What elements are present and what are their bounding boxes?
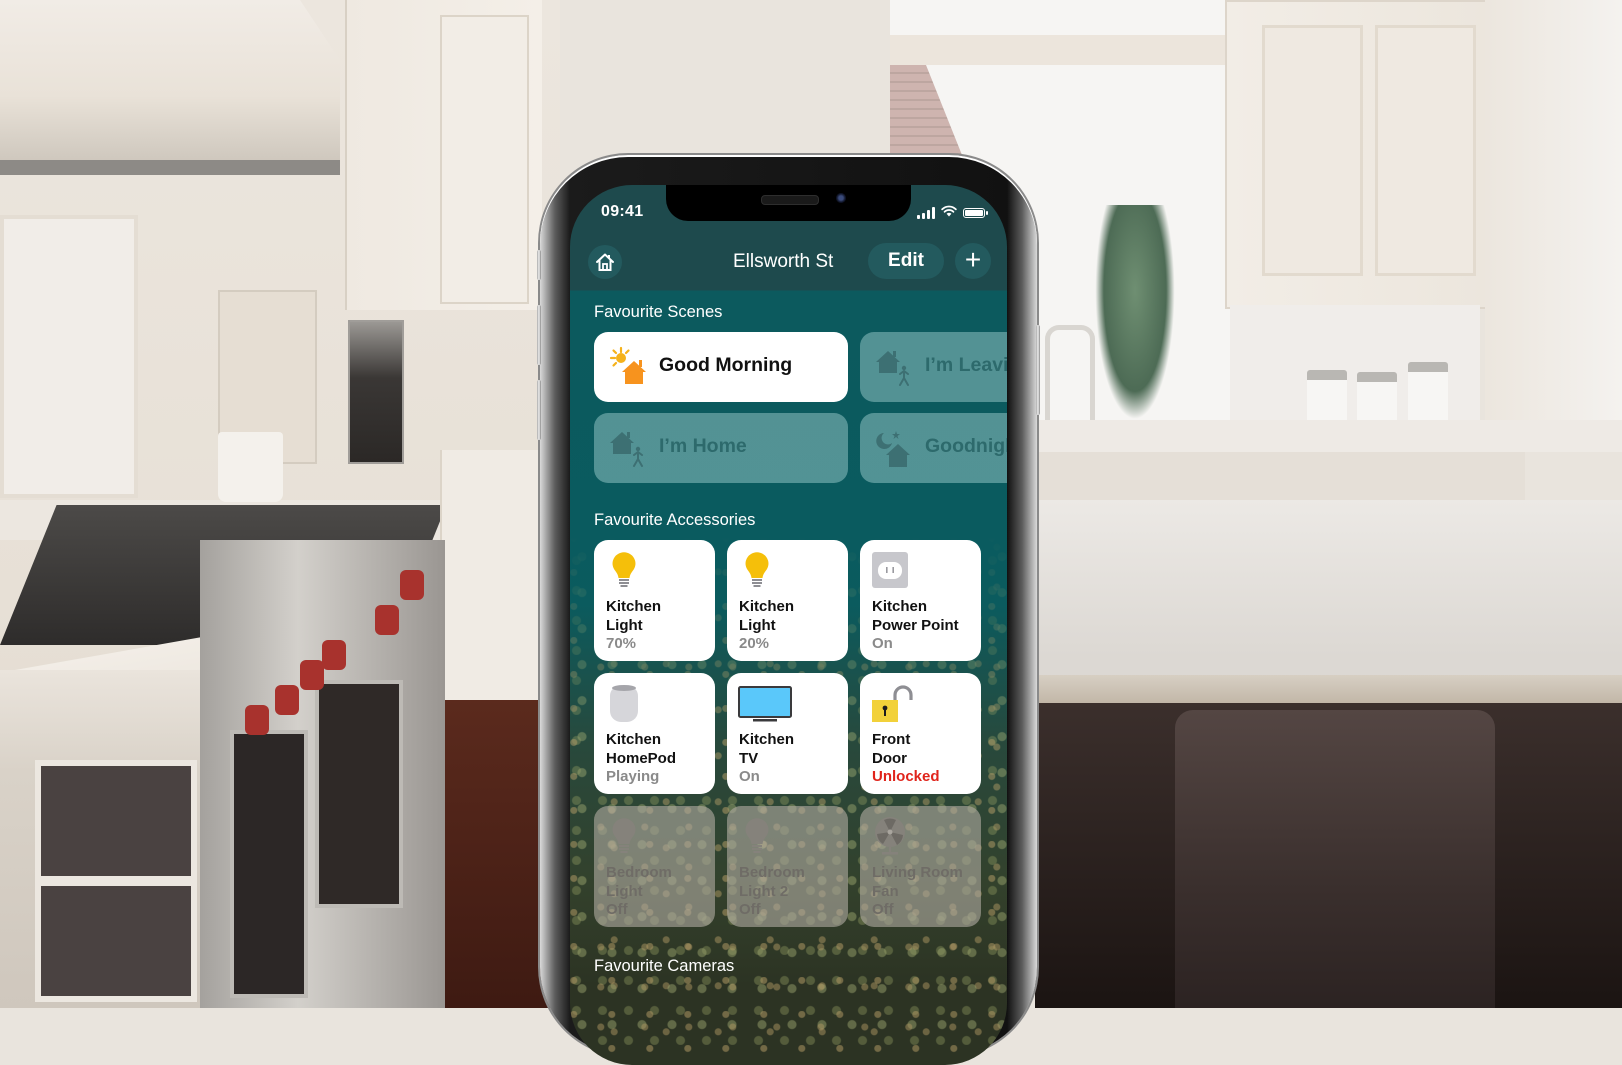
favourite-cameras-heading: Favourite Cameras — [594, 957, 735, 975]
oven-knob — [300, 660, 324, 690]
scene-goodnight[interactable]: Goodnight — [860, 413, 1007, 483]
scene-label: Good Morning — [659, 354, 793, 376]
accessory-status: 70% — [606, 635, 637, 652]
status-icons — [917, 204, 988, 222]
accessory-status: Off — [872, 901, 894, 918]
accessory-kitchen-tv[interactable]: Kitchen TV On — [727, 673, 848, 794]
lightbulb-icon — [745, 552, 769, 587]
cabinet-panel — [1375, 25, 1476, 276]
silent-switch — [537, 250, 541, 280]
tv-icon — [738, 686, 792, 722]
accessory-name: Kitchen Power Point — [872, 598, 959, 634]
battery-icon — [963, 208, 988, 218]
add-button[interactable]: + — [955, 243, 991, 279]
notch — [666, 185, 911, 221]
island-drawer — [35, 760, 197, 882]
volume-down-button — [537, 380, 541, 440]
power-outlet-icon — [872, 552, 908, 588]
homepod-icon — [610, 685, 638, 722]
oven-knob — [245, 705, 269, 735]
home-icon — [596, 253, 614, 271]
scene-im-home[interactable]: I’m Home — [594, 413, 848, 483]
window-frame — [890, 35, 1230, 65]
oven-door — [315, 680, 403, 908]
oven-door — [230, 730, 308, 998]
accessory-kitchen-power-point[interactable]: Kitchen Power Point On — [860, 540, 981, 661]
kitchen-wall-right — [1485, 0, 1622, 430]
edit-button[interactable]: Edit — [868, 243, 944, 279]
lightbulb-icon — [745, 818, 769, 853]
scene-label: I’m Leaving — [925, 354, 1007, 376]
scene-good-morning[interactable]: Good Morning — [594, 332, 848, 402]
home-button[interactable] — [588, 245, 622, 279]
tree — [1095, 205, 1175, 420]
scene-label: Goodnight — [925, 435, 1007, 457]
utensil-crock — [218, 432, 283, 502]
lightbulb-icon — [612, 818, 636, 853]
status-time: 09:41 — [601, 203, 644, 220]
lower-drawers-right — [1035, 452, 1525, 500]
oven-knob — [275, 685, 299, 715]
accessory-bedroom-light[interactable]: Bedroom Light Off — [594, 806, 715, 927]
accessory-kitchen-light-2[interactable]: Kitchen Light 20% — [727, 540, 848, 661]
accessory-name: Kitchen Light — [606, 598, 662, 634]
island-drawer — [35, 880, 197, 1002]
accessory-name: Living Room Fan — [872, 864, 963, 900]
lightbulb-icon — [612, 552, 636, 587]
accessory-name: Kitchen Light — [739, 598, 795, 634]
accessory-status: On — [739, 768, 760, 785]
fan-icon — [875, 817, 905, 855]
navigation-bar: Ellsworth St Edit + — [570, 243, 1007, 291]
side-button — [1036, 325, 1040, 415]
home-title: Ellsworth St — [733, 251, 834, 272]
accessory-status: 20% — [739, 635, 770, 652]
accessory-kitchen-light-1[interactable]: Kitchen Light 70% — [594, 540, 715, 661]
accessory-status: Off — [739, 901, 761, 918]
scene-im-leaving[interactable]: I’m Leaving — [860, 332, 1007, 402]
home-app-screen: 09:41 Ellsworth St Edit + Favourite Scen… — [570, 185, 1007, 1065]
wall-niche — [0, 215, 138, 498]
accessory-living-room-fan[interactable]: Living Room Fan Off — [860, 806, 981, 927]
oven-knob — [322, 640, 346, 670]
scene-label: I’m Home — [659, 435, 747, 457]
house-walking-person-icon — [876, 351, 909, 386]
lower-cabinet-left — [440, 450, 542, 710]
accessory-status: Unlocked — [872, 768, 940, 785]
accessory-status: Playing — [606, 768, 660, 785]
bar-chair — [1175, 710, 1495, 1008]
accessory-name: Kitchen TV — [739, 731, 795, 767]
front-camera — [836, 193, 846, 203]
earpiece-speaker — [761, 195, 819, 205]
accessory-name: Bedroom Light — [606, 864, 672, 900]
island-edge — [1035, 675, 1622, 703]
favourite-scenes-heading: Favourite Scenes — [594, 303, 723, 321]
cellular-signal-icon — [917, 207, 935, 219]
favourite-accessories-heading: Favourite Accessories — [594, 511, 756, 529]
house-walking-person-icon — [610, 432, 643, 467]
accessory-name: Front Door — [872, 731, 911, 767]
accessory-bedroom-light-2[interactable]: Bedroom Light 2 Off — [727, 806, 848, 927]
cabinet-panel — [1262, 25, 1363, 276]
island-marble-top — [1035, 500, 1622, 675]
unlocked-padlock-icon — [872, 685, 913, 722]
counter-right — [1035, 420, 1622, 452]
built-in-coffee-machine — [348, 320, 404, 464]
volume-up-button — [537, 305, 541, 365]
wifi-icon — [941, 204, 957, 222]
accessory-status: Off — [606, 901, 628, 918]
faucet — [1045, 325, 1095, 425]
range-hood — [0, 0, 340, 175]
upper-cabinet-door — [440, 15, 529, 304]
accessory-front-door[interactable]: Front Door Unlocked — [860, 673, 981, 794]
accessory-name: Bedroom Light 2 — [739, 864, 805, 900]
oven-knob — [400, 570, 424, 600]
oven-knob — [375, 605, 399, 635]
accessory-name: Kitchen HomePod — [606, 731, 677, 767]
moon-house-icon — [876, 431, 910, 467]
accessory-kitchen-homepod[interactable]: Kitchen HomePod Playing — [594, 673, 715, 794]
accessory-status: On — [872, 635, 893, 652]
sun-house-icon — [609, 346, 646, 384]
iphone-device: 09:41 Ellsworth St Edit + Favourite Scen… — [537, 155, 1040, 1065]
